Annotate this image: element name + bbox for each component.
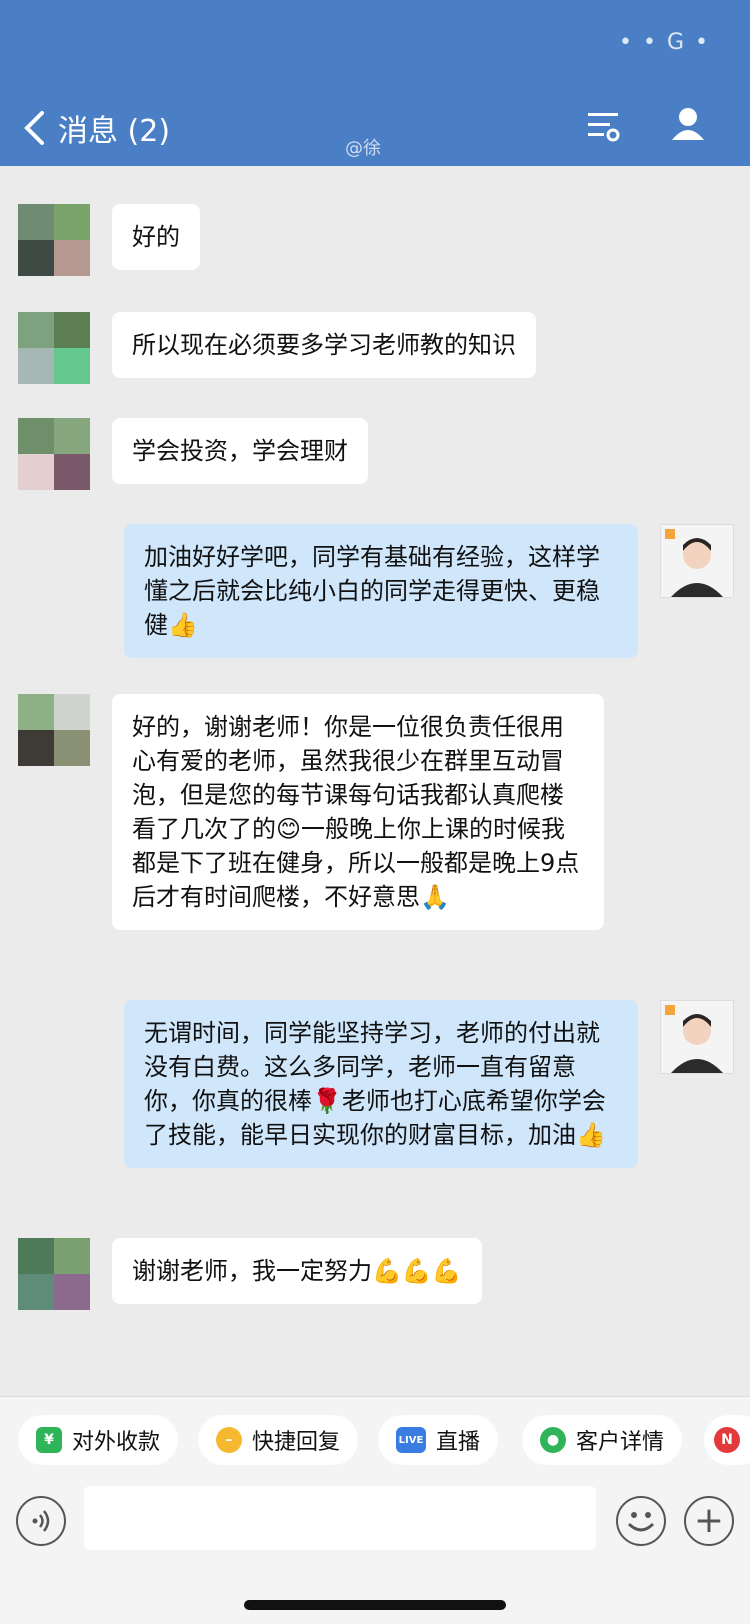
- receive-payment-button[interactable]: ¥ 对外收款: [18, 1415, 179, 1465]
- avatar[interactable]: [18, 1238, 90, 1310]
- chevron-left-icon: [24, 111, 44, 145]
- top-bar: • • G • 消息 (2) @徐: [0, 0, 750, 166]
- status-bar-icons: • • G •: [619, 30, 710, 55]
- profile-icon[interactable]: [670, 106, 706, 142]
- live-icon: LIVE: [396, 1427, 426, 1453]
- button-label: 对外收款: [72, 1430, 161, 1455]
- button-label: 直播: [436, 1430, 481, 1455]
- chat-area: 好的 所以现在必须要多学习老师教的知识 学会投资，学会理财 加油好好学吧，同学有…: [0, 166, 750, 1396]
- message-bubble: 无谓时间，同学能坚持学习，老师的付出就没有白费。这么多同学，老师一直有留意你，你…: [124, 1000, 638, 1168]
- message-bubble: 所以现在必须要多学习老师教的知识: [112, 312, 536, 378]
- more-action-button[interactable]: N: [704, 1415, 750, 1465]
- button-label: 快捷回复: [252, 1430, 341, 1455]
- quick-action-bar: ¥ 对外收款 – 快捷回复 LIVE 直播 ● 客户详情 N: [0, 1396, 750, 1487]
- app-icon: N: [714, 1427, 740, 1453]
- message-bubble: 加油好好学吧，同学有基础有经验，这样学懂之后就会比纯小白的同学走得更快、更稳健👍: [124, 524, 638, 658]
- home-indicator: [244, 1600, 506, 1610]
- add-button[interactable]: +: [684, 1496, 734, 1546]
- plus-icon: +: [693, 1500, 725, 1541]
- teacher-avatar[interactable]: [660, 1000, 734, 1074]
- smiley-icon: [627, 1512, 655, 1532]
- person-icon: [665, 529, 723, 597]
- input-bar: +: [0, 1486, 750, 1624]
- voice-icon: [32, 1510, 50, 1532]
- avatar[interactable]: [18, 312, 90, 384]
- back-button[interactable]: 消息 (2): [22, 106, 170, 150]
- customer-details-button[interactable]: ● 客户详情: [522, 1415, 683, 1465]
- voice-button[interactable]: [16, 1496, 66, 1546]
- message-bubble: 学会投资，学会理财: [112, 418, 368, 484]
- menu-icon[interactable]: [586, 108, 620, 142]
- message-bubble: 好的，谢谢老师！你是一位很负责任很用心有爱的老师，虽然我很少在群里互动冒泡，但是…: [112, 694, 604, 930]
- message-bubble: 好的: [112, 204, 200, 270]
- customer-icon: ●: [540, 1427, 566, 1453]
- emoji-button[interactable]: [616, 1496, 666, 1546]
- person-icon: [665, 1005, 723, 1073]
- page-title: 消息 (2): [58, 114, 171, 149]
- yuan-shield-icon: ¥: [36, 1427, 62, 1453]
- avatar[interactable]: [18, 418, 90, 490]
- avatar[interactable]: [18, 204, 90, 276]
- button-label: 客户详情: [576, 1430, 665, 1455]
- live-button[interactable]: LIVE 直播: [378, 1415, 499, 1465]
- watermark: @徐: [345, 138, 381, 159]
- teacher-avatar[interactable]: [660, 524, 734, 598]
- message-input[interactable]: [84, 1486, 596, 1550]
- reply-bubble-icon: –: [216, 1427, 242, 1453]
- quick-reply-button[interactable]: – 快捷回复: [198, 1415, 359, 1465]
- avatar[interactable]: [18, 694, 90, 766]
- message-bubble: 谢谢老师，我一定努力💪💪💪: [112, 1238, 482, 1304]
